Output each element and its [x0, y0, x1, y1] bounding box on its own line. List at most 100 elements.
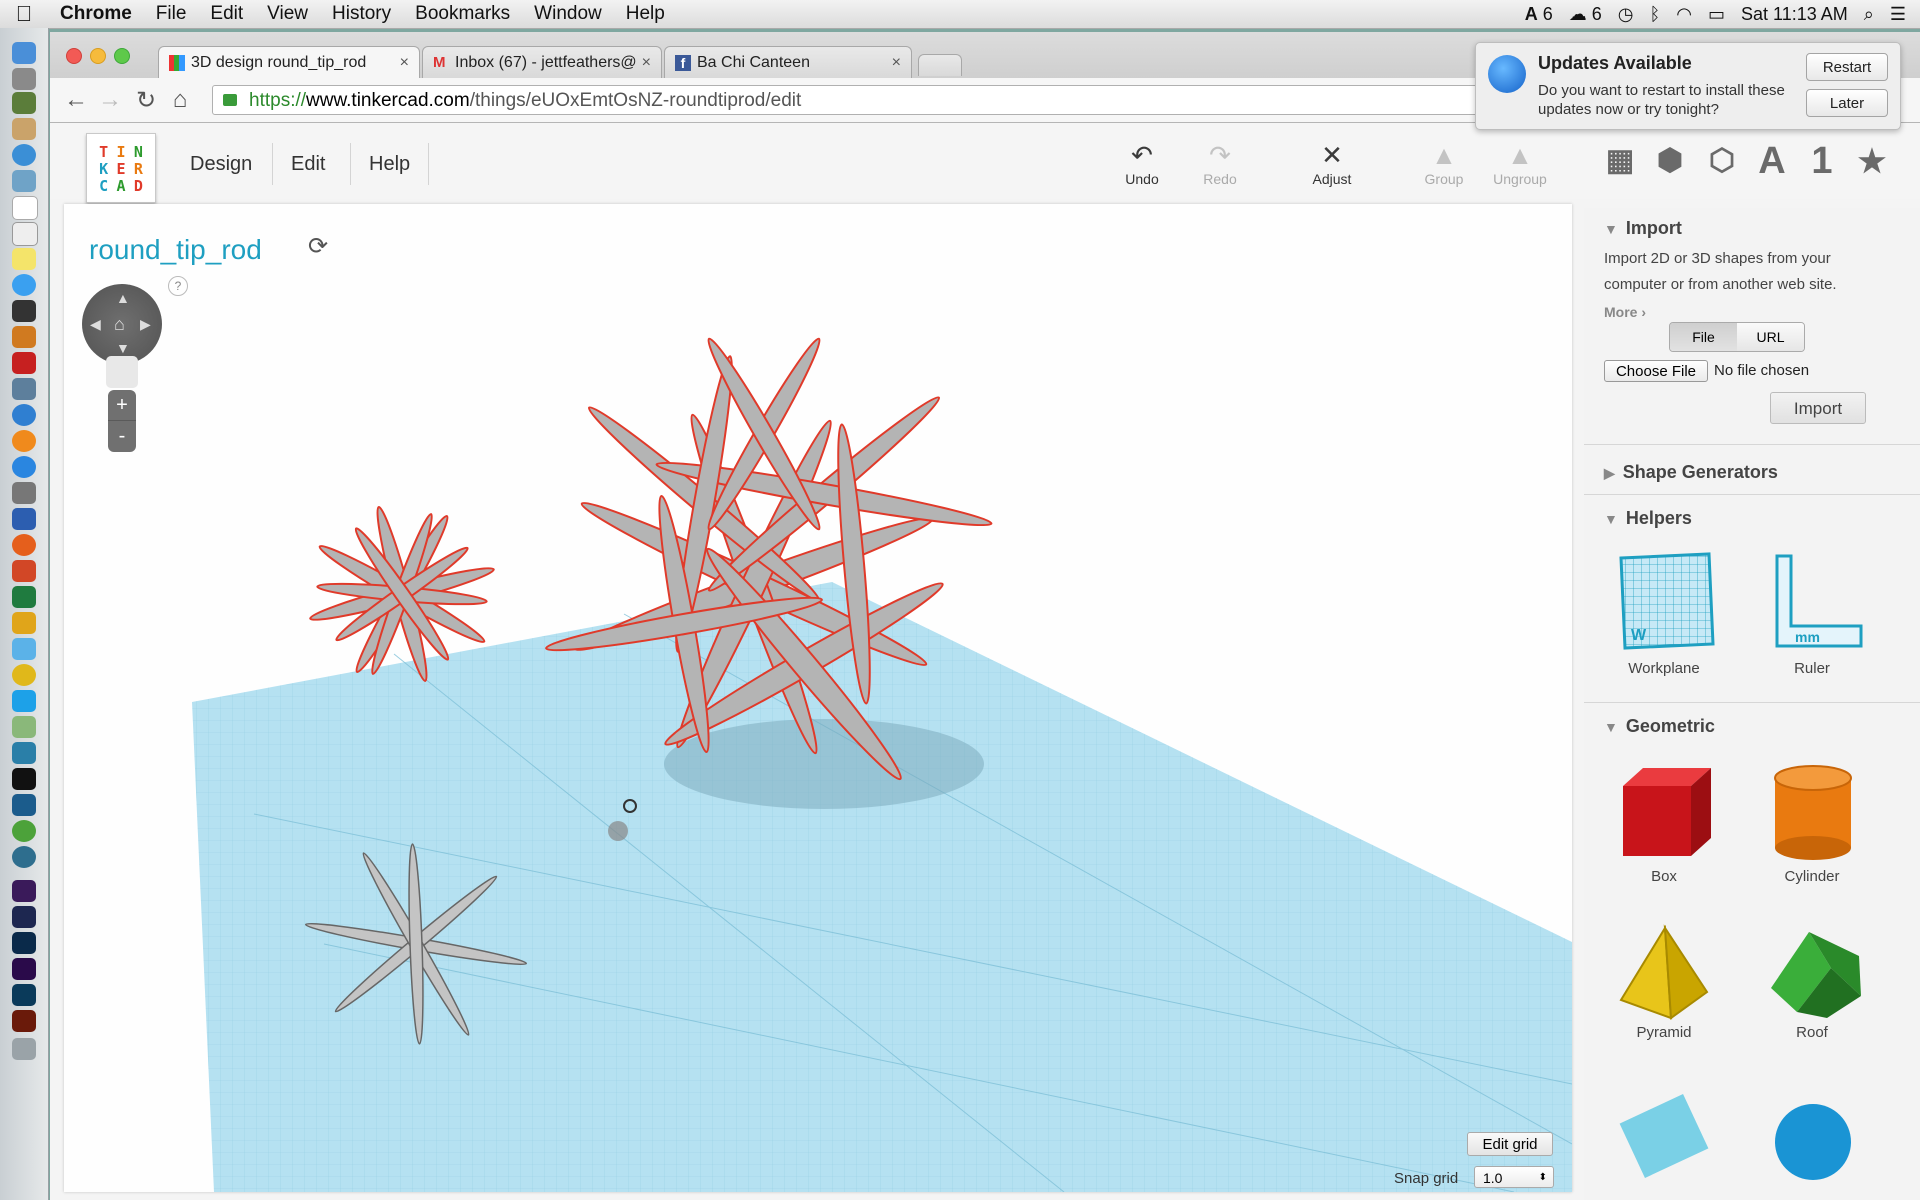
menu-file[interactable]: File: [144, 3, 199, 25]
import-button[interactable]: Import: [1770, 392, 1866, 424]
pixlr-icon[interactable]: [12, 768, 36, 790]
menu-help[interactable]: Help: [350, 143, 430, 185]
tab-gmail[interactable]: M Inbox (67) - jettfeathers@ ×: [422, 46, 662, 78]
facetime-icon[interactable]: [12, 300, 36, 322]
wifi-icon[interactable]: ◠: [1676, 4, 1692, 25]
round-roof-shape[interactable]: [1604, 1086, 1724, 1196]
design-title[interactable]: round_tip_rod: [89, 234, 262, 266]
rename-refresh-icon[interactable]: ⟳: [308, 232, 328, 261]
forward-icon[interactable]: →: [96, 86, 124, 114]
zoom-window-button[interactable]: [114, 48, 130, 64]
notes-icon[interactable]: [12, 118, 36, 140]
menu-window[interactable]: Window: [522, 3, 614, 25]
photoshop-express-icon[interactable]: [12, 794, 36, 816]
chrome-icon[interactable]: [12, 664, 36, 686]
favorites-category-icon[interactable]: ★: [1852, 141, 1892, 181]
text-category-icon[interactable]: A: [1752, 141, 1792, 181]
box-shape[interactable]: Box: [1604, 756, 1724, 885]
roof-shape[interactable]: Roof: [1752, 922, 1872, 1041]
flash-icon[interactable]: [12, 1010, 36, 1032]
new-tab-button[interactable]: [918, 54, 962, 76]
url-tab[interactable]: URL: [1737, 323, 1804, 351]
helpers-section-header[interactable]: ▼ Helpers: [1604, 508, 1692, 529]
powerpoint-icon[interactable]: [12, 560, 36, 582]
geometric-section-header[interactable]: ▼ Geometric: [1604, 716, 1715, 737]
launchpad-icon[interactable]: [12, 68, 36, 90]
menu-help[interactable]: Help: [614, 3, 677, 25]
battery-icon[interactable]: ▭: [1708, 4, 1725, 25]
back-icon[interactable]: ←: [62, 86, 90, 114]
ruler-helper[interactable]: mm Ruler: [1752, 548, 1872, 677]
time-machine-icon[interactable]: ◷: [1618, 4, 1634, 25]
close-window-button[interactable]: [66, 48, 82, 64]
system-preferences-icon[interactable]: [12, 482, 36, 504]
restart-button[interactable]: Restart: [1806, 53, 1888, 81]
itunes-icon[interactable]: [12, 404, 36, 426]
menu-chrome[interactable]: Chrome: [48, 3, 144, 25]
photo-booth-icon[interactable]: [12, 352, 36, 374]
choose-file-button[interactable]: Choose File: [1604, 360, 1708, 382]
adjust-button[interactable]: ✕ Adjust: [1292, 139, 1372, 187]
number-category-icon[interactable]: 1: [1802, 141, 1842, 181]
finder-icon[interactable]: [12, 42, 36, 64]
excel-icon[interactable]: [12, 586, 36, 608]
word-icon[interactable]: [12, 508, 36, 530]
orbit-down-icon[interactable]: ▼: [116, 340, 130, 356]
group-button[interactable]: ▲ Group: [1404, 139, 1484, 187]
safari-icon[interactable]: [12, 144, 36, 166]
shapes-category-icon[interactable]: ⬢: [1650, 141, 1690, 181]
later-button[interactable]: Later: [1806, 89, 1888, 117]
calendar-icon[interactable]: [12, 196, 38, 220]
skype-icon[interactable]: [12, 690, 36, 712]
menu-edit[interactable]: Edit: [198, 3, 255, 25]
shape-generators-section-header[interactable]: ▶ Shape Generators: [1604, 462, 1778, 483]
ungroup-button[interactable]: ▲ Ungroup: [1480, 139, 1560, 187]
menu-history[interactable]: History: [320, 3, 403, 25]
apple-icon[interactable]: : [0, 1, 48, 27]
pyramid-shape[interactable]: Pyramid: [1604, 922, 1724, 1041]
clock[interactable]: Sat 11:13 AM: [1741, 4, 1848, 25]
adobe-status-icon[interactable]: A 6: [1525, 4, 1553, 25]
workplane[interactable]: [192, 582, 1572, 1192]
trash-icon[interactable]: [12, 1038, 36, 1060]
address-bar[interactable]: https://www.tinkercad.com/things/eUOxEmt…: [212, 85, 1512, 115]
cloud-status-icon[interactable]: ☁ 6: [1569, 4, 1602, 25]
workplane-helper[interactable]: W Workplane: [1604, 548, 1724, 677]
scene[interactable]: [64, 204, 1572, 1192]
photoshop-icon[interactable]: [12, 932, 36, 954]
messages-icon[interactable]: [12, 274, 36, 296]
tab-close-icon[interactable]: ×: [400, 54, 409, 72]
home-view-icon[interactable]: ⌂: [114, 314, 125, 335]
photos-icon[interactable]: [12, 638, 36, 660]
edit-grid-button[interactable]: Edit grid: [1467, 1132, 1553, 1156]
tab-close-icon[interactable]: ×: [642, 54, 651, 72]
cylinder-shape[interactable]: Cylinder: [1752, 756, 1872, 885]
home-icon[interactable]: ⌂: [166, 86, 194, 114]
menu-view[interactable]: View: [255, 3, 320, 25]
firefox-icon[interactable]: [12, 534, 36, 556]
garageband-icon[interactable]: [12, 326, 36, 348]
app-store-icon[interactable]: [12, 456, 36, 478]
tab-facebook[interactable]: f Ba Chi Canteen ×: [664, 46, 912, 78]
view-help-icon[interactable]: ?: [168, 276, 188, 296]
spotlight-icon[interactable]: ⌕: [1864, 4, 1874, 25]
wireframe-category-icon[interactable]: ⬡: [1702, 141, 1742, 181]
tinkercad-logo[interactable]: T I N K E R C A D: [86, 133, 156, 203]
file-tab[interactable]: File: [1670, 323, 1737, 351]
undo-button[interactable]: ↶ Undo: [1102, 139, 1182, 187]
menu-bookmarks[interactable]: Bookmarks: [403, 3, 522, 25]
ibooks-icon[interactable]: [12, 430, 36, 452]
incopy-icon[interactable]: [12, 880, 36, 902]
stickies-icon[interactable]: [12, 248, 36, 270]
more-link[interactable]: More ›: [1604, 304, 1646, 320]
outlook-icon[interactable]: [12, 612, 36, 634]
orbit-right-icon[interactable]: ▶: [140, 316, 151, 333]
illustrator-draw-icon[interactable]: [12, 906, 36, 928]
orbit-left-icon[interactable]: ◀: [90, 316, 101, 333]
mindmap-icon[interactable]: [12, 846, 36, 868]
zoom-in-button[interactable]: +: [108, 390, 136, 421]
utorrent-icon[interactable]: [12, 820, 36, 842]
reload-icon[interactable]: ↻: [132, 86, 160, 115]
animate-icon[interactable]: [12, 984, 36, 1006]
sphere-shape[interactable]: [1752, 1086, 1872, 1196]
